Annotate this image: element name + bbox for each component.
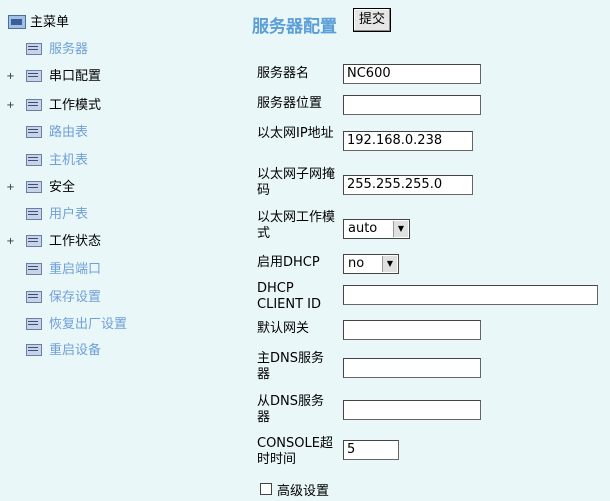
expand-plus-icon[interactable]: + xyxy=(6,237,15,247)
dhcp-value: no xyxy=(348,256,365,271)
sidebar-item-label: 串口配置 xyxy=(49,69,102,84)
sidebar-item-label: 重启设备 xyxy=(49,343,102,358)
folder-icon xyxy=(26,70,42,82)
sidebar-item-label: 重启端口 xyxy=(49,262,102,277)
sidebar-item-label: 恢复出厂设置 xyxy=(49,317,128,332)
ip-address-label: 以太网IP地址 xyxy=(257,126,334,141)
sidebar-item-label: 用户表 xyxy=(49,207,89,222)
console-timeout-input[interactable]: 5 xyxy=(343,440,399,460)
dhcp-label: 启用DHCP xyxy=(257,255,320,270)
eth-mode-select[interactable]: auto ▼ xyxy=(343,219,410,239)
sidebar-item-label: 服务器 xyxy=(49,42,89,57)
advanced-settings-checkbox[interactable] xyxy=(260,483,272,495)
folder-icon xyxy=(26,154,42,166)
folder-icon xyxy=(26,99,42,111)
dhcp-client-id-input[interactable] xyxy=(343,285,598,305)
folder-icon xyxy=(26,291,42,303)
server-location-label: 服务器位置 xyxy=(257,96,323,111)
secondary-dns-label: 从DNS服务器 xyxy=(257,394,324,425)
folder-icon xyxy=(26,181,42,193)
sidebar-tree: 主菜单 服务器 + 串口配置 + 工作模式 路由表 主机表 + 安全 用户表 +… xyxy=(0,0,230,501)
subnet-mask-input[interactable]: 255.255.255.0 xyxy=(343,175,473,195)
sidebar-item-label: 工作状态 xyxy=(49,234,102,249)
sidebar-item-restart-port[interactable]: 重启端口 xyxy=(6,260,206,280)
folder-icon xyxy=(26,318,42,330)
sidebar-item-host-table[interactable]: 主机表 xyxy=(6,151,206,171)
server-location-input[interactable] xyxy=(343,95,481,115)
submit-button[interactable]: 提交 xyxy=(353,8,392,32)
folder-icon xyxy=(26,344,42,356)
expand-plus-icon[interactable]: + xyxy=(6,101,15,111)
server-name-label: 服务器名 xyxy=(257,66,310,81)
advanced-settings-label: 高级设置 xyxy=(277,484,330,499)
tree-root-label: 主菜单 xyxy=(30,15,70,30)
dropdown-arrow-icon[interactable]: ▼ xyxy=(393,221,408,237)
subnet-mask-label: 以太网子网掩码 xyxy=(257,167,336,198)
page-title: 服务器配置 xyxy=(252,17,337,37)
folder-icon xyxy=(26,263,42,275)
sidebar-item-user-table[interactable]: 用户表 xyxy=(6,205,206,225)
gateway-input[interactable] xyxy=(343,320,481,340)
dhcp-select[interactable]: no ▼ xyxy=(343,254,399,274)
tree-root[interactable]: 主菜单 xyxy=(8,13,208,33)
sidebar-item-restart-device[interactable]: 重启设备 xyxy=(6,341,206,361)
expand-plus-icon[interactable]: + xyxy=(6,72,15,82)
dropdown-arrow-icon[interactable]: ▼ xyxy=(382,256,397,272)
sidebar-item-label: 保存设置 xyxy=(49,290,102,305)
server-config-panel: 服务器配置 提交 服务器名 NC600 服务器位置 以太网IP地址 192.16… xyxy=(240,0,610,501)
server-name-input[interactable]: NC600 xyxy=(343,64,481,84)
folder-icon xyxy=(26,43,42,55)
folder-icon xyxy=(26,235,42,247)
sidebar-item-serial-config[interactable]: + 串口配置 xyxy=(6,67,206,87)
folder-icon xyxy=(26,208,42,220)
sidebar-item-work-mode[interactable]: + 工作模式 xyxy=(6,96,206,116)
sidebar-item-work-status[interactable]: + 工作状态 xyxy=(6,232,206,252)
sidebar-item-server[interactable]: 服务器 xyxy=(6,40,206,60)
primary-dns-label: 主DNS服务器 xyxy=(257,351,324,382)
eth-mode-value: auto xyxy=(348,221,378,236)
console-timeout-label: CONSOLE超时时间 xyxy=(257,436,333,467)
ip-address-input[interactable]: 192.168.0.238 xyxy=(343,131,473,151)
gateway-label: 默认网关 xyxy=(257,321,310,336)
sidebar-item-label: 主机表 xyxy=(49,153,89,168)
sidebar-item-factory-reset[interactable]: 恢复出厂设置 xyxy=(6,315,206,335)
sidebar-item-save-settings[interactable]: 保存设置 xyxy=(6,288,206,308)
dhcp-client-id-label: DHCP CLIENT ID xyxy=(257,281,322,312)
sidebar-item-label: 路由表 xyxy=(49,125,89,140)
expand-plus-icon[interactable]: + xyxy=(6,183,15,193)
sidebar-item-label: 安全 xyxy=(49,180,76,195)
sidebar-item-security[interactable]: + 安全 xyxy=(6,178,206,198)
folder-icon xyxy=(26,126,42,138)
sidebar-item-label: 工作模式 xyxy=(49,98,102,113)
eth-mode-label: 以太网工作模式 xyxy=(257,210,336,241)
primary-dns-input[interactable] xyxy=(343,358,481,378)
secondary-dns-input[interactable] xyxy=(343,400,481,420)
main-menu-icon xyxy=(8,15,26,29)
sidebar-item-route-table[interactable]: 路由表 xyxy=(6,123,206,143)
